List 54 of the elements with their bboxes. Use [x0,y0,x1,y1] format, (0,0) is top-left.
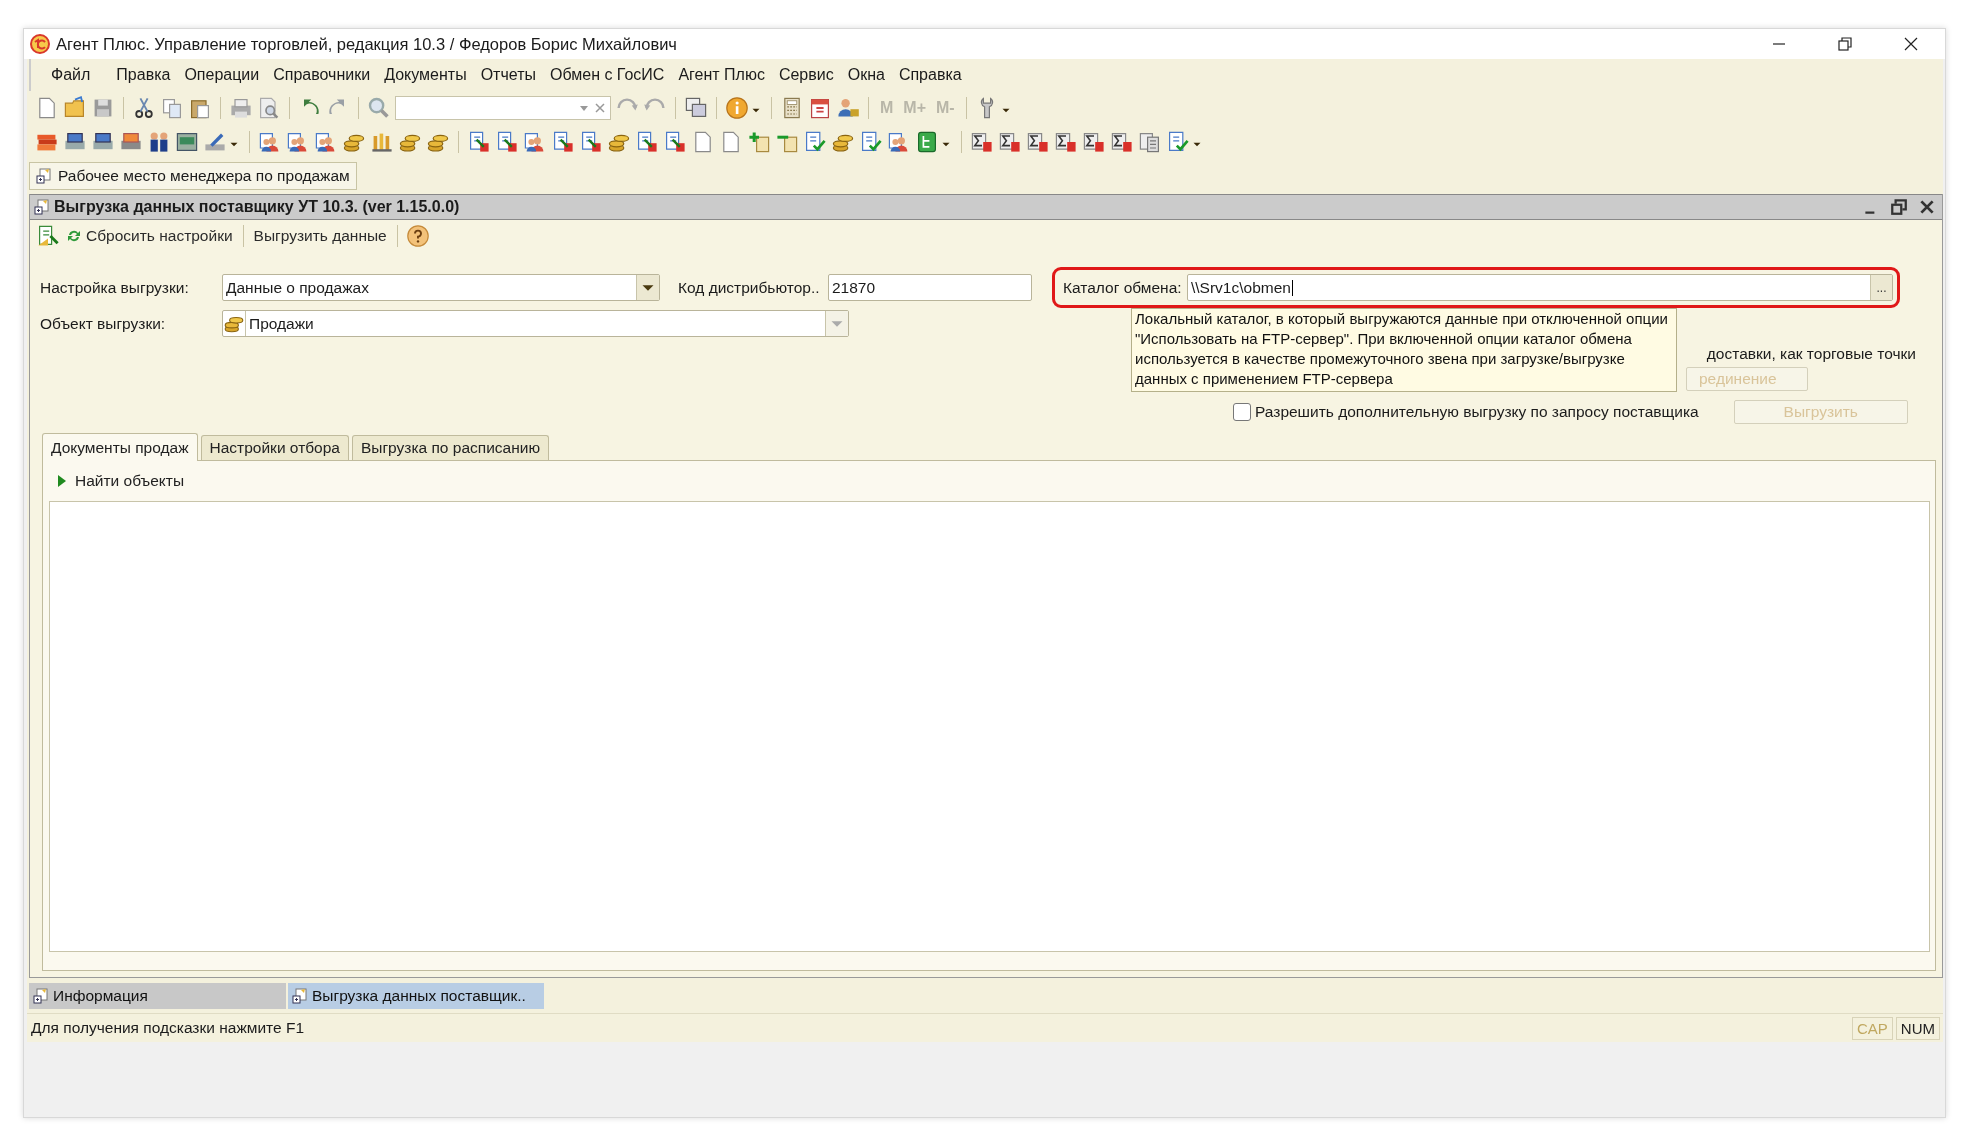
tab[interactable]: Выгрузка по расписанию [352,435,550,460]
browse-button[interactable]: ... [1870,275,1892,300]
reset-settings-button[interactable]: Сбросить настройки [64,227,235,245]
coins-icon [223,311,246,336]
panel-button[interactable]: Рабочее место менеджера по продажам [29,162,357,190]
checkbox-label: Разрешить дополнительную выгрузку по запросу поставщика [1255,403,1699,421]
menu-item[interactable]: Правка [110,64,177,86]
menu-item[interactable]: Документы [378,64,473,86]
tab[interactable]: Настройки отбора [200,435,349,460]
close-icon[interactable] [1918,198,1936,216]
field-label: Объект выгрузки: [40,314,167,333]
clear-icon[interactable] [594,102,606,114]
export-data-button[interactable]: Выгрузить данные [251,227,389,245]
menu-item[interactable]: Окна [841,64,891,86]
child-window-title: Выгрузка данных поставщику УТ 10.3. (ver 1.15.0.0) [54,198,460,216]
distributor-code-field[interactable]: 21870 [828,274,1032,301]
exchange-folder-field[interactable]: \\Srv1c\obmen ... [1187,274,1893,301]
find-objects-link[interactable]: Найти объекты [57,472,185,490]
field-label: Настройка выгрузки: [40,278,190,297]
form-icon [33,988,49,1004]
window-tab[interactable]: Выгрузка данных поставщик.. [288,983,544,1009]
form-icon [34,199,50,215]
status-indicator: CAP [1852,1016,1893,1040]
menu-item[interactable]: Агент Плюс [672,64,771,86]
menu-item[interactable]: Отчеты [474,64,542,86]
window-title: Агент Плюс. Управление торговлей, редакция 10.3 / Федоров Борис Михайлович [56,34,677,54]
refresh-icon [66,228,82,244]
field-label: Код дистрибьютор.. [678,278,821,297]
status-text: Для получения подсказки нажмите F1 [31,1019,304,1037]
export-settings-dropdown[interactable]: Данные о продажах [222,274,660,301]
field-label: Каталог обмена: [1062,278,1183,297]
option-text: доставки, как торговые точки [1706,345,1916,364]
menu-item[interactable]: Справка [892,64,968,86]
info-icon[interactable] [725,96,749,120]
menu-item[interactable]: Обмен с ГосИС [543,64,671,86]
search-field[interactable] [395,96,611,120]
tooltip: Локальный каталог, в который выгружаются данные при отключенной опции "Использовать на FTP-сервер". При включенной опции каталог обмена используется в качестве промежуточного звена при загрузке/выгрузке данных с применением FTP-сервера [1131,308,1677,392]
window-tab[interactable]: Информация [29,983,286,1009]
menu-item[interactable]: Файл [45,64,97,86]
menu-item[interactable]: Операции [178,64,266,86]
restore-icon[interactable] [1835,34,1855,54]
status-indicator: NUM [1895,1016,1940,1040]
menu-item[interactable]: Справочники [267,64,377,86]
help-icon[interactable] [405,224,430,248]
dropdown-caret-icon[interactable] [636,275,659,300]
restore-icon[interactable] [1890,198,1908,216]
export-object-dropdown[interactable]: Продажи [222,310,849,337]
tab[interactable]: Документы продаж [42,433,198,461]
play-icon [57,474,67,488]
checkbox[interactable] [1233,403,1251,421]
form-icon [36,168,52,184]
logo-icon [30,34,50,54]
form-icon [292,988,308,1004]
menu-item[interactable]: Сервис [772,64,840,86]
